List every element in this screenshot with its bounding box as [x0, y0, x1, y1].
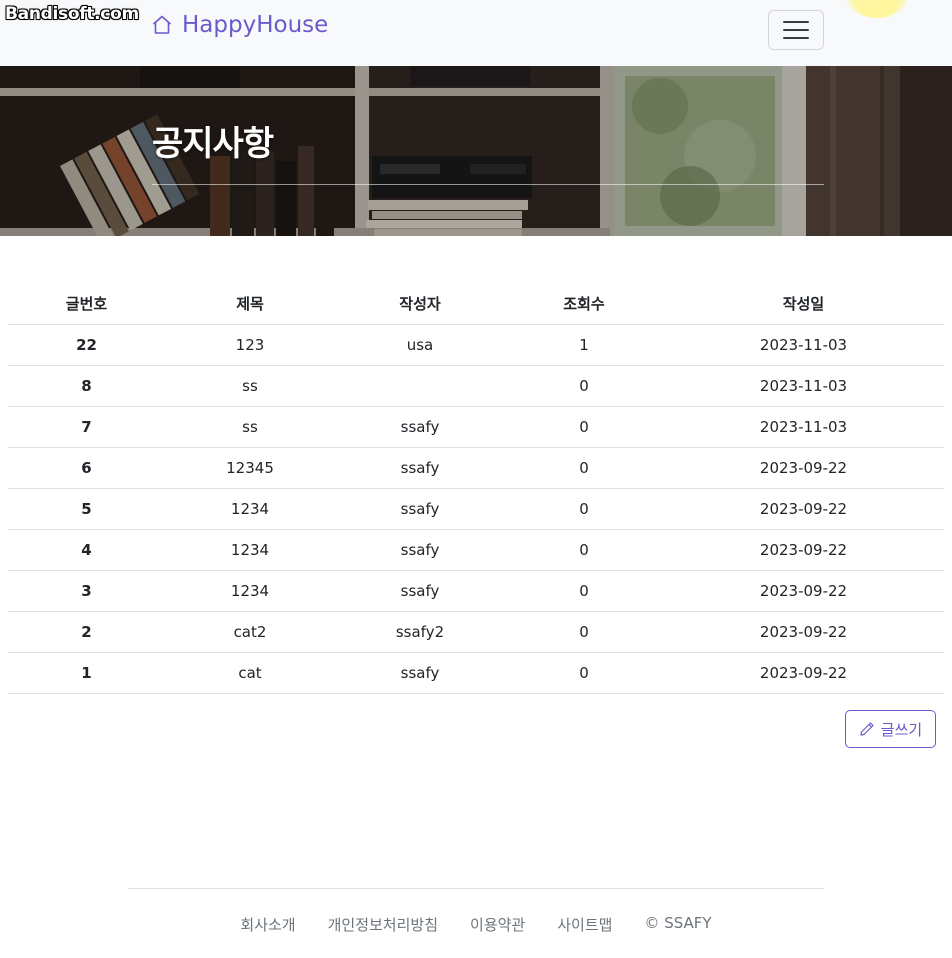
hero-banner: 공지사항: [0, 66, 952, 236]
header-author: 작성자: [335, 284, 505, 325]
cell-number: 5: [8, 488, 165, 530]
write-post-button[interactable]: 글쓰기: [845, 710, 936, 748]
cell-views: 1: [505, 324, 663, 366]
table-row[interactable]: 3 1234 ssafy 0 2023-09-22: [8, 570, 944, 612]
cell-number: 4: [8, 529, 165, 571]
header-date: 작성일: [663, 284, 944, 325]
cell-date: 2023-09-22: [663, 529, 944, 571]
top-navbar: HappyHouse: [0, 0, 952, 66]
cell-views: 0: [505, 488, 663, 530]
cell-views: 0: [505, 365, 663, 407]
cell-date: 2023-11-03: [663, 365, 944, 407]
hero-divider: [152, 184, 824, 185]
cell-date: 2023-09-22: [663, 488, 944, 530]
cell-number: 22: [8, 324, 165, 366]
table-row[interactable]: 1 cat ssafy 0 2023-09-22: [8, 652, 944, 694]
page-title: 공지사항: [152, 124, 274, 164]
footer-divider: [128, 888, 824, 889]
cell-title[interactable]: 12345: [165, 447, 335, 489]
table-row[interactable]: 4 1234 ssafy 0 2023-09-22: [8, 529, 944, 571]
cell-author: ssafy: [335, 652, 505, 694]
cell-author: ssafy: [335, 488, 505, 530]
cell-title[interactable]: ss: [165, 365, 335, 407]
cell-date: 2023-11-03: [663, 406, 944, 448]
table-row[interactable]: 22 123 usa 1 2023-11-03: [8, 324, 944, 366]
cell-number: 8: [8, 365, 165, 407]
cell-author: ssafy: [335, 529, 505, 571]
cell-date: 2023-09-22: [663, 611, 944, 653]
header-number: 글번호: [8, 284, 165, 325]
cell-title[interactable]: 1234: [165, 488, 335, 530]
table-row[interactable]: 6 12345 ssafy 0 2023-09-22: [8, 447, 944, 489]
cell-views: 0: [505, 406, 663, 448]
cell-title[interactable]: 1234: [165, 570, 335, 612]
cell-number: 1: [8, 652, 165, 694]
footer-link-about[interactable]: 회사소개: [240, 914, 295, 935]
footer-nav: 회사소개 개인정보처리방침 이용약관 사이트맵 © SSAFY: [0, 914, 952, 935]
footer-link-terms[interactable]: 이용약관: [470, 914, 525, 935]
cell-author: ssafy: [335, 570, 505, 612]
watermark-text: Bandisoft.com: [5, 4, 139, 24]
brand-link[interactable]: HappyHouse: [150, 12, 328, 38]
hamburger-menu-icon: [783, 21, 809, 23]
table-header-row: 글번호 제목 작성자 조회수 작성일: [8, 284, 944, 325]
cell-title[interactable]: 1234: [165, 529, 335, 571]
bookshelf-background-image: [0, 66, 952, 236]
cell-author: ssafy2: [335, 611, 505, 653]
cell-author: ssafy: [335, 406, 505, 448]
house-icon: [152, 15, 172, 34]
cell-views: 0: [505, 570, 663, 612]
cell-date: 2023-09-22: [663, 652, 944, 694]
cursor-highlight: [846, 0, 908, 18]
write-post-label: 글쓰기: [880, 721, 923, 739]
notice-table: 글번호 제목 작성자 조회수 작성일 22 123 usa 1 2023-11-…: [8, 284, 944, 694]
cell-author: [335, 365, 505, 407]
cell-date: 2023-09-22: [663, 570, 944, 612]
cell-title[interactable]: cat2: [165, 611, 335, 653]
table-row[interactable]: 2 cat2 ssafy2 0 2023-09-22: [8, 611, 944, 653]
copyright-text: © SSAFY: [644, 914, 712, 932]
cell-number: 2: [8, 611, 165, 653]
cell-title[interactable]: ss: [165, 406, 335, 448]
cell-views: 0: [505, 529, 663, 571]
cell-author: ssafy: [335, 447, 505, 489]
pencil-icon: [860, 722, 874, 736]
cell-number: 6: [8, 447, 165, 489]
cell-views: 0: [505, 611, 663, 653]
cell-number: 7: [8, 406, 165, 448]
header-title: 제목: [165, 284, 335, 325]
hamburger-menu-icon: [783, 29, 809, 31]
table-row[interactable]: 5 1234 ssafy 0 2023-09-22: [8, 488, 944, 530]
navbar-toggle-button[interactable]: [768, 10, 824, 50]
cell-title[interactable]: cat: [165, 652, 335, 694]
header-views: 조회수: [505, 284, 663, 325]
hamburger-menu-icon: [783, 37, 809, 39]
brand-name: HappyHouse: [182, 12, 329, 38]
footer-link-privacy[interactable]: 개인정보처리방침: [328, 914, 438, 935]
cell-views: 0: [505, 447, 663, 489]
cell-author: usa: [335, 324, 505, 366]
footer-link-sitemap[interactable]: 사이트맵: [557, 914, 612, 935]
cell-views: 0: [505, 652, 663, 694]
table-row[interactable]: 8 ss 0 2023-11-03: [8, 365, 944, 407]
table-row[interactable]: 7 ss ssafy 0 2023-11-03: [8, 406, 944, 448]
cell-date: 2023-11-03: [663, 324, 944, 366]
cell-date: 2023-09-22: [663, 447, 944, 489]
cell-title[interactable]: 123: [165, 324, 335, 366]
cell-number: 3: [8, 570, 165, 612]
